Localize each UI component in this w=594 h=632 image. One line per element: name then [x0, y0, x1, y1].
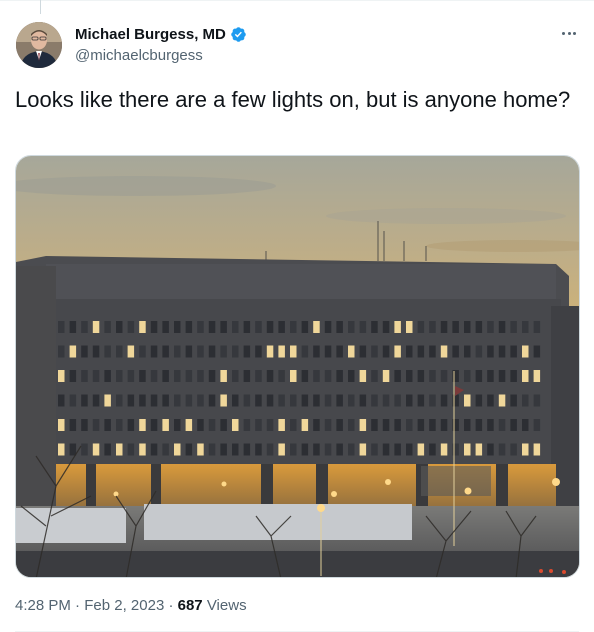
tweet-meta: 4:28 PM · Feb 2, 2023 · 687 Views — [15, 597, 247, 614]
avatar-image — [16, 22, 62, 68]
tweet-text: Looks like there are a few lights on, bu… — [15, 87, 571, 112]
building-at-dusk-photo — [16, 156, 579, 577]
tweet-photo[interactable] — [15, 155, 580, 578]
thread-line — [40, 0, 41, 14]
tweet-date[interactable]: Feb 2, 2023 — [84, 597, 164, 614]
top-divider — [0, 0, 594, 1]
views-label[interactable]: Views — [207, 597, 247, 614]
tweet-time[interactable]: 4:28 PM — [15, 597, 71, 614]
avatar[interactable] — [16, 22, 62, 68]
meta-separator: · — [75, 597, 81, 614]
verified-badge-icon — [230, 26, 247, 43]
author-display-name[interactable]: Michael Burgess, MD — [75, 26, 226, 43]
views-count[interactable]: 687 — [178, 597, 203, 614]
more-options-icon[interactable] — [558, 22, 580, 44]
author-handle[interactable]: @michaelcburgess — [75, 47, 203, 64]
author-name-row[interactable]: Michael Burgess, MD — [75, 26, 247, 43]
meta-separator-2: · — [168, 597, 174, 614]
